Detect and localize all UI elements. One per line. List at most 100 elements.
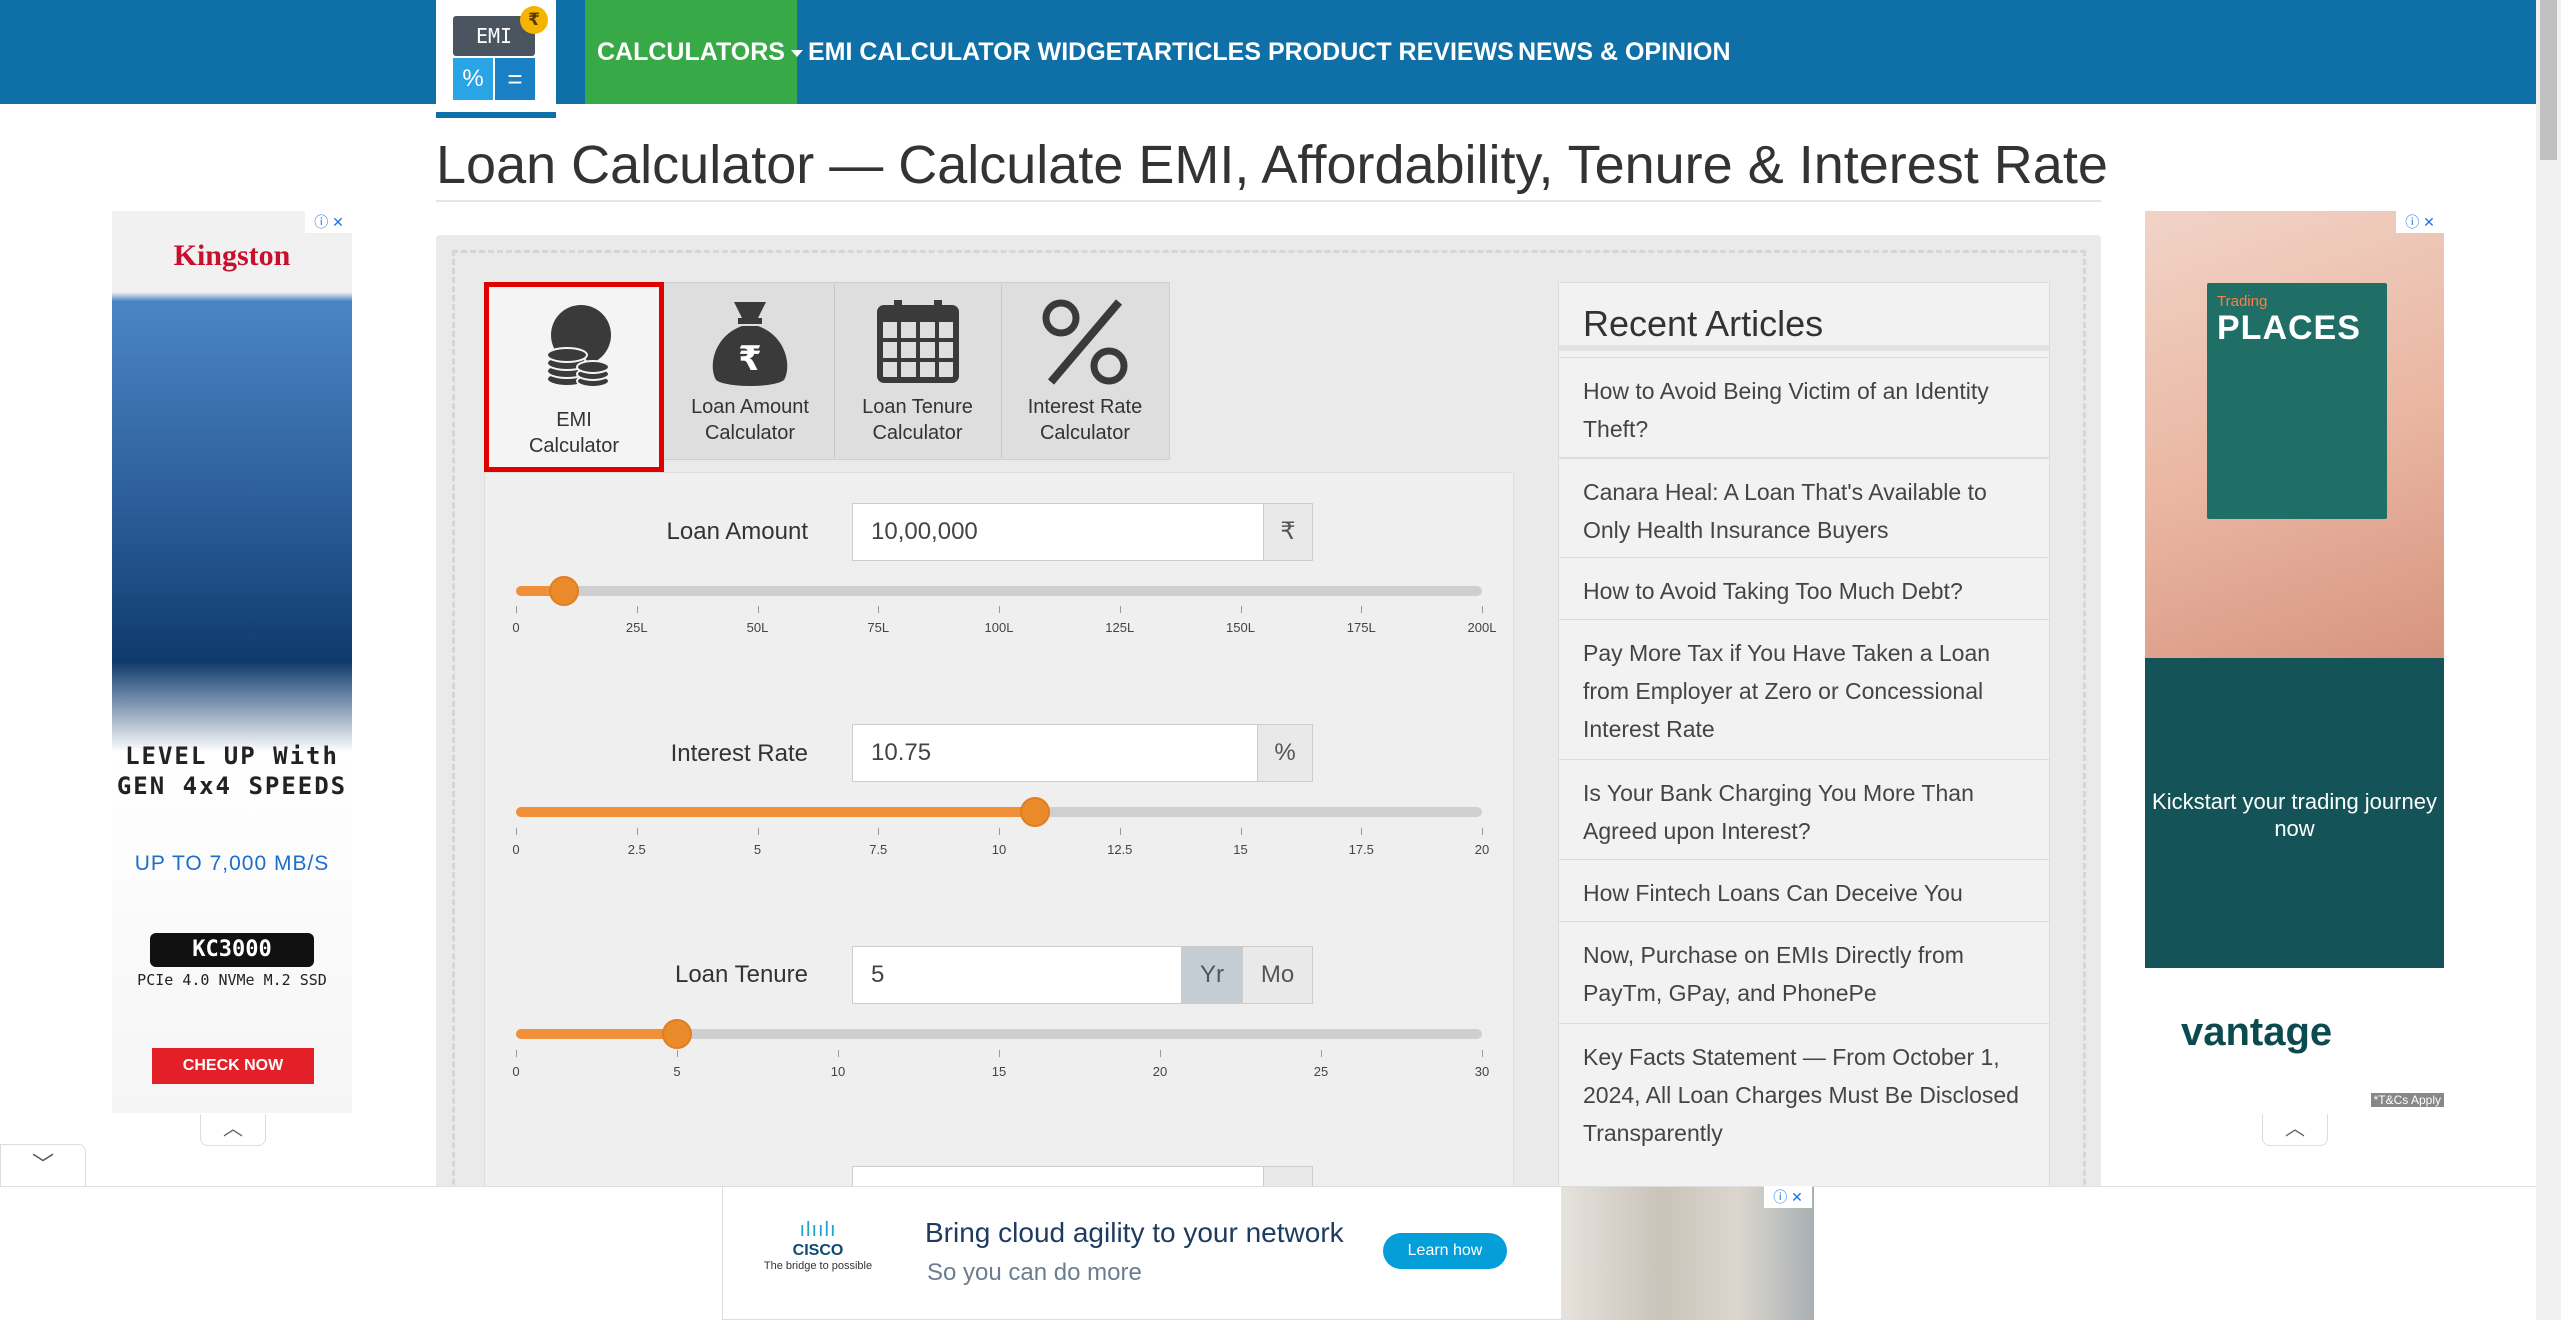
scale-tick-label: 50L bbox=[746, 620, 769, 635]
ad-tagline: Kickstart your trading journey now bbox=[2152, 789, 2437, 841]
scale-tick bbox=[677, 1050, 678, 1057]
cisco-ad[interactable]: ılıılı CISCO The bridge to possible Brin… bbox=[722, 1186, 1814, 1320]
scrollbar-thumb[interactable] bbox=[2540, 0, 2557, 160]
article-link[interactable]: Key Facts Statement — From October 1, 20… bbox=[1559, 1023, 2049, 1163]
loan-amount-input[interactable]: 10,00,000 bbox=[852, 503, 1264, 561]
article-link[interactable]: How Fintech Loans Can Deceive You bbox=[1559, 859, 2049, 921]
interest-rate-input[interactable]: 10.75 bbox=[852, 724, 1258, 782]
scale-tick-label: 200L bbox=[1467, 620, 1497, 635]
tab-emi-calculator[interactable]: EMI Calculator bbox=[484, 282, 664, 472]
ad-spec: PCIe 4.0 NVMe M.2 SSD bbox=[137, 971, 327, 989]
tab-label: Calculator bbox=[872, 422, 963, 444]
scale-tick bbox=[1482, 828, 1483, 835]
ad-collapse-up-icon[interactable]: ︿ bbox=[2262, 1114, 2328, 1146]
loan-amount-label: Loan Amount bbox=[666, 518, 808, 545]
scale-tick bbox=[1361, 606, 1363, 613]
scale-tick bbox=[516, 1050, 517, 1057]
ad-check-now-button[interactable]: CHECK NOW bbox=[152, 1048, 314, 1084]
slider-fill bbox=[516, 1029, 677, 1039]
ad-learn-how-button[interactable]: Learn how bbox=[1383, 1233, 1507, 1269]
nav-calculators[interactable]: CALCULATORS bbox=[585, 0, 803, 104]
article-link[interactable]: Is Your Bank Charging You More Than Agre… bbox=[1559, 759, 2049, 859]
scale-tick-label: 100L bbox=[984, 620, 1014, 635]
recent-articles-heading: Recent Articles bbox=[1583, 303, 1824, 344]
article-link[interactable]: How to Avoid Being Victim of an Identity… bbox=[1559, 357, 2049, 457]
interest-rate-slider[interactable] bbox=[516, 797, 1482, 827]
scale-tick-label: 15 bbox=[991, 1064, 1007, 1079]
recent-articles-panel: Recent Articles How to Avoid Being Victi… bbox=[1558, 282, 2050, 1320]
scale-tick bbox=[757, 828, 759, 835]
loan-tenure-scale: 0 5 10 15 20 25 30 bbox=[512, 1050, 1489, 1090]
tab-label: Calculator bbox=[1039, 422, 1131, 444]
tenure-month-toggle[interactable]: Mo bbox=[1242, 946, 1313, 1004]
scale-tick-label: 0 bbox=[512, 1064, 520, 1079]
scale-tick bbox=[636, 828, 638, 835]
ad-collapse-up-icon[interactable]: ︿ bbox=[200, 1114, 266, 1146]
scale-tick bbox=[999, 1050, 1000, 1057]
scale-tick bbox=[1482, 606, 1483, 613]
ad-speed: UP TO 7,000 MB/S bbox=[134, 852, 330, 875]
loan-tenure-slider[interactable] bbox=[516, 1019, 1482, 1049]
scale-tick-label: 175L bbox=[1346, 620, 1376, 635]
scale-tick-label: 2.5 bbox=[627, 842, 646, 857]
nav-articles[interactable]: ARTICLES bbox=[1136, 0, 1261, 104]
scale-tick-label: 125L bbox=[1105, 620, 1135, 635]
slider-handle[interactable] bbox=[662, 1019, 692, 1049]
scale-tick-label: 20 bbox=[1474, 842, 1490, 857]
scale-tick-label: 10 bbox=[830, 1064, 846, 1079]
ad-close-icon[interactable]: ⓘ ✕ bbox=[2396, 211, 2444, 233]
scale-tick bbox=[1482, 1050, 1483, 1057]
scale-tick bbox=[1321, 1050, 1322, 1057]
caret-down-icon bbox=[790, 49, 803, 57]
interest-rate-scale: 0 2.5 5 7.5 10 12.5 15 17.5 20 bbox=[512, 828, 1489, 868]
scale-tick bbox=[1119, 606, 1121, 613]
scale-tick-label: 10 bbox=[991, 842, 1007, 857]
ad-brand: Kingston bbox=[173, 239, 291, 272]
calendar-icon bbox=[877, 300, 959, 383]
scale-tick-label: 12.5 bbox=[1107, 842, 1133, 857]
percent-unit-addon: % bbox=[1257, 724, 1313, 782]
article-link[interactable]: Now, Purchase on EMIs Directly from PayT… bbox=[1559, 921, 2049, 1023]
page-title: Loan Calculator — Calculate EMI, Afforda… bbox=[436, 135, 2108, 195]
scale-tick bbox=[838, 1050, 839, 1057]
ad-close-icon[interactable]: ⓘ ✕ bbox=[1764, 1186, 1812, 1208]
rupee-unit-addon: ₹ bbox=[1263, 503, 1313, 561]
tenure-year-toggle[interactable]: Yr bbox=[1181, 946, 1243, 1004]
scale-tick bbox=[999, 828, 1000, 835]
article-link[interactable]: How to Avoid Taking Too Much Debt? bbox=[1559, 557, 2049, 619]
tab-loan-tenure-calculator[interactable]: Loan Tenure Calculator bbox=[834, 282, 1001, 460]
ad-close-icon[interactable]: ⓘ ✕ bbox=[305, 211, 353, 233]
scale-tick-label: 75L bbox=[867, 620, 890, 635]
vantage-ad[interactable]: Trading PLACES Kickstart your trading jo… bbox=[2145, 211, 2444, 1111]
loan-tenure-input[interactable]: 5 bbox=[852, 946, 1182, 1004]
scale-tick-label: 0 bbox=[512, 620, 520, 635]
scale-tick-label: 15 bbox=[1233, 842, 1248, 857]
tab-interest-rate-calculator[interactable]: Interest Rate Calculator bbox=[1001, 282, 1169, 460]
page-scrollbar[interactable] bbox=[2536, 0, 2561, 1320]
site-logo[interactable]: EMI ₹ % = bbox=[436, 0, 556, 118]
scale-tick-label: 7.5 bbox=[869, 842, 888, 857]
tab-label: EMI bbox=[556, 409, 592, 431]
tab-loan-amount-calculator[interactable]: ₹ Loan Amount Calculator bbox=[666, 282, 834, 460]
slider-fill bbox=[516, 807, 1036, 817]
ad-subline: So you can do more bbox=[927, 1259, 1142, 1286]
ad-headline: LEVEL UP With GEN 4x4 SPEEDS bbox=[116, 742, 348, 800]
ad-model-badge: KC3000 bbox=[150, 933, 314, 967]
nav-product-reviews[interactable]: PRODUCT REVIEWS bbox=[1268, 0, 1514, 104]
loan-amount-scale: 0 25L 50L 75L 100L 125L 150L 175L 200L bbox=[512, 606, 1496, 646]
ad-book-cover: Trading PLACES bbox=[2207, 283, 2387, 519]
loan-amount-slider[interactable] bbox=[516, 576, 1482, 606]
article-link[interactable]: Canara Heal: A Loan That's Available to … bbox=[1559, 457, 2049, 557]
nav-news-opinion[interactable]: NEWS & OPINION bbox=[1518, 0, 1731, 104]
scale-tick-label: 5 bbox=[753, 842, 762, 857]
scale-tick-label: 25L bbox=[625, 620, 648, 635]
sticky-collapse-down-icon[interactable]: ﹀ bbox=[0, 1144, 86, 1186]
scale-tick bbox=[516, 606, 517, 613]
article-link[interactable]: Pay More Tax if You Have Taken a Loan fr… bbox=[1559, 619, 2049, 759]
kingston-ad[interactable]: Kingston LEVEL UP With GEN 4x4 SPEEDS UP… bbox=[112, 211, 352, 1113]
scale-tick bbox=[1240, 606, 1242, 613]
ad-tagline-block: Kickstart your trading journey now bbox=[2145, 658, 2444, 968]
nav-emi-calculator-widget[interactable]: EMI CALCULATOR WIDGET bbox=[808, 0, 1138, 104]
equals-key-icon: = bbox=[495, 58, 535, 100]
scale-tick-label: 20 bbox=[1152, 1064, 1168, 1079]
